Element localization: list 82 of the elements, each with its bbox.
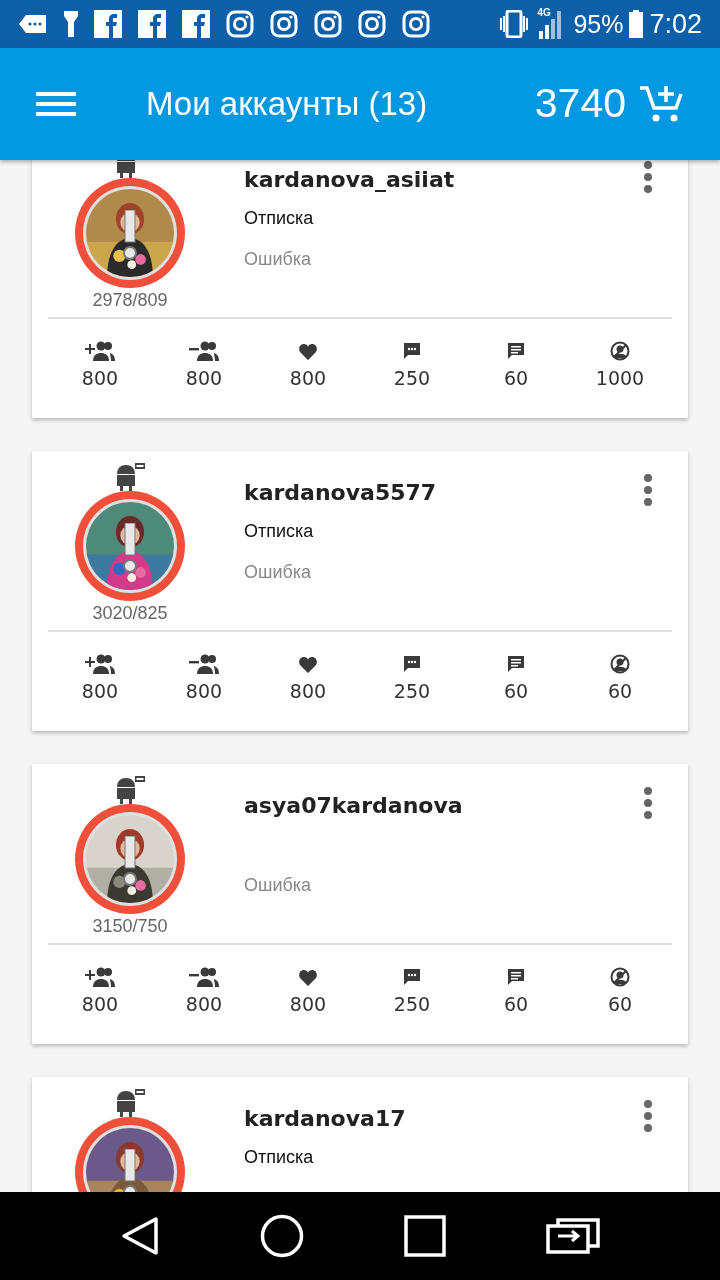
account-circle-icon <box>610 967 630 987</box>
remove-people-icon <box>188 341 220 361</box>
recents-icon[interactable] <box>404 1215 446 1257</box>
stat-count: 800 <box>185 992 223 1017</box>
battery-icon <box>629 10 644 38</box>
stat-count: 60 <box>503 992 529 1017</box>
account-card[interactable]: 3150/750 asya07kardanova Ошибка 800 800 800 250 60 60 <box>32 764 688 1044</box>
remove-people-icon <box>188 967 220 987</box>
error-label: Ошибка <box>244 561 312 584</box>
network-label: 4G <box>537 7 551 19</box>
status-label: Отписка <box>244 520 314 543</box>
username: asya07kardanova <box>244 792 463 820</box>
account-card[interactable]: 3020/825 kardanova5577 Отписка Ошибка 800 800 800 250 60 60 <box>32 451 688 731</box>
tag-icon <box>18 14 48 34</box>
alert-icon <box>122 836 138 888</box>
stat-count: 250 <box>393 366 431 391</box>
switch-app-icon[interactable] <box>546 1218 600 1254</box>
account-card[interactable]: kardanova17 Отписка <box>32 1077 688 1192</box>
stat-count: 800 <box>289 366 327 391</box>
instagram-icon <box>358 10 386 38</box>
heart-icon <box>299 968 317 986</box>
chat-bubble-icon <box>403 968 421 986</box>
add-people-icon <box>84 654 116 674</box>
status-label: Отписка <box>244 1146 314 1169</box>
stat-count: 60 <box>607 992 633 1017</box>
instagram-icon <box>402 10 430 38</box>
message-icon <box>507 655 525 673</box>
battery-percent: 95% <box>573 9 624 39</box>
remove-people-icon <box>188 654 220 674</box>
stat-count: 800 <box>289 992 327 1017</box>
stat-count: 800 <box>81 679 119 704</box>
facebook-icon <box>182 10 210 38</box>
alert-icon <box>122 210 138 262</box>
instagram-icon <box>314 10 342 38</box>
back-icon[interactable] <box>120 1216 160 1256</box>
cart-add-icon[interactable] <box>640 84 684 124</box>
error-label: Ошибка <box>244 874 312 897</box>
message-icon <box>507 968 525 986</box>
account-card[interactable]: 2978/809 kardanova_asiiat Отписка Ошибка 800 800 800 250 60 1000 <box>32 160 688 418</box>
stat-count: 800 <box>81 992 119 1017</box>
stat-count: 800 <box>81 366 119 391</box>
alert-icon <box>122 523 138 575</box>
counts-label: 3020/825 <box>92 602 168 624</box>
chat-bubble-icon <box>403 655 421 673</box>
stat-count: 60 <box>503 679 529 704</box>
heart-icon <box>299 342 317 360</box>
username: kardanova_asiiat <box>244 166 455 194</box>
stat-count: 1000 <box>595 366 645 391</box>
chat-bubble-icon <box>403 342 421 360</box>
android-icon <box>115 776 145 804</box>
instagram-icon <box>226 10 254 38</box>
facebook-icon <box>138 10 166 38</box>
app-title: Мои аккаунты (13) <box>146 84 428 125</box>
counts-label: 2978/809 <box>92 289 168 311</box>
alert-icon <box>122 1149 138 1192</box>
status-label: Отписка <box>244 207 314 230</box>
clock: 7:02 <box>649 9 702 39</box>
stat-count: 800 <box>185 366 223 391</box>
balance: 3740 <box>534 79 626 129</box>
error-label: Ошибка <box>244 248 312 271</box>
stat-count: 250 <box>393 992 431 1017</box>
facebook-icon <box>94 10 122 38</box>
menu-icon[interactable] <box>36 89 76 119</box>
android-icon <box>115 463 145 491</box>
stat-count: 60 <box>607 679 633 704</box>
stat-count: 60 <box>503 366 529 391</box>
username: kardanova5577 <box>244 479 437 507</box>
home-icon[interactable] <box>260 1214 304 1258</box>
account-circle-icon <box>610 341 630 361</box>
counts-label: 3150/750 <box>92 915 168 937</box>
stat-count: 250 <box>393 679 431 704</box>
instagram-icon <box>270 10 298 38</box>
account-circle-icon <box>610 654 630 674</box>
add-people-icon <box>84 341 116 361</box>
heart-icon <box>299 655 317 673</box>
stat-count: 800 <box>185 679 223 704</box>
flashlight-icon <box>64 11 78 37</box>
android-icon <box>115 1089 145 1117</box>
message-icon <box>507 342 525 360</box>
stat-count: 800 <box>289 679 327 704</box>
username: kardanova17 <box>244 1105 406 1133</box>
add-people-icon <box>84 967 116 987</box>
